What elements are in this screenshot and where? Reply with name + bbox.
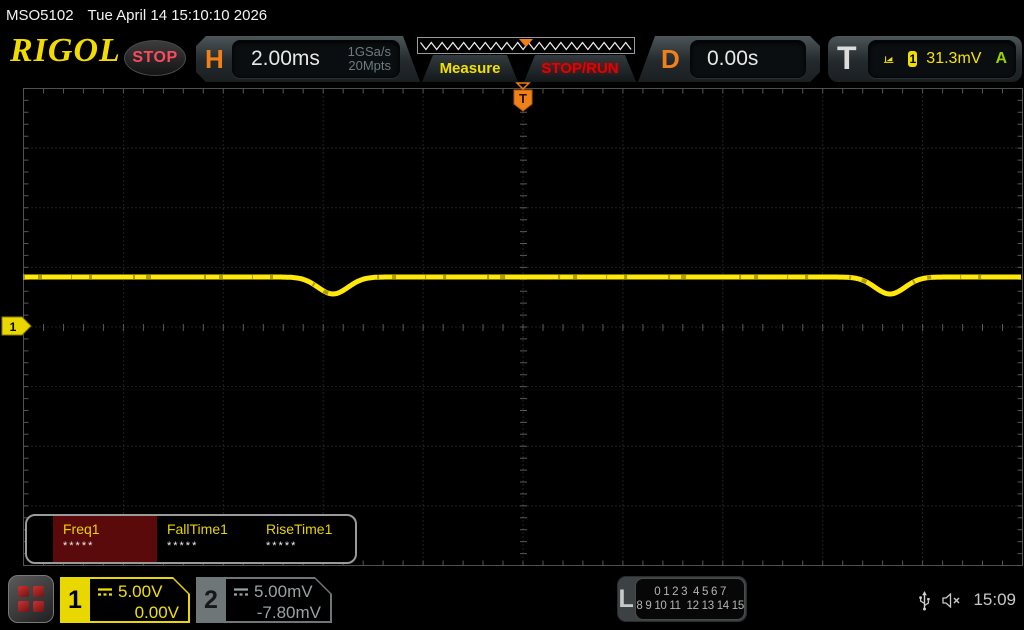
channel1-marker-body xyxy=(1,316,32,336)
dc-coupling-icon xyxy=(233,587,249,597)
falling-edge-trigger-icon xyxy=(884,56,894,63)
trigger-box[interactable]: T 1 31.3mV A xyxy=(828,36,1022,82)
trigger-position-marker[interactable]: T xyxy=(513,82,533,112)
speaker-muted-icon xyxy=(942,592,960,608)
logic-analyzer-badge[interactable]: L 0 1 2 3 4 5 6 7 8 9 10 11 12 13 14 15 xyxy=(617,576,747,622)
model-name: MSO5102 xyxy=(6,6,74,24)
measurement-value: ***** xyxy=(265,540,298,552)
measurement-item-risetime1[interactable]: RiseTime1 ***** xyxy=(256,516,355,562)
stop-run-button-label: STOP/RUN xyxy=(541,60,619,77)
datetime: Tue April 14 15:10:10 2026 xyxy=(87,6,268,24)
channel1-marker-label: 1 xyxy=(10,320,17,334)
channel1-scale: 5.00V xyxy=(118,582,163,601)
trigger-marker-label: T xyxy=(519,91,527,106)
trigger-sweep-mode: A xyxy=(995,50,1007,67)
trigger-level-value: 31.3mV xyxy=(926,50,982,67)
channel2-offset: -7.80mV xyxy=(256,603,321,622)
acquisition-state-label: STOP xyxy=(132,49,178,66)
stop-run-button[interactable]: STOP/RUN xyxy=(524,55,636,82)
horizontal-delay-box[interactable]: D 0.00s xyxy=(638,36,820,82)
measurement-results-panel[interactable]: Freq1 ***** FallTime1 ***** RiseTime1 ***** xyxy=(25,514,357,564)
channel2-scale: 5.00mV xyxy=(254,582,313,601)
channel2-number: 2 xyxy=(204,585,218,614)
measurement-value: ***** xyxy=(63,540,95,552)
status-icons: 15:09 xyxy=(918,570,1016,630)
trigger-source-badge: 1 xyxy=(908,51,918,67)
channel1-badge[interactable]: 1 5.00V 0.00V xyxy=(60,577,190,623)
timebase-value: 2.00ms xyxy=(251,47,320,70)
dc-coupling-icon xyxy=(97,587,113,597)
channel2-badge[interactable]: 2 5.00mV -7.80mV xyxy=(196,577,332,623)
measurement-label: FallTime1 xyxy=(166,521,228,537)
bottom-status-bar: 1 5.00V 0.00V 2 5.00mV -7.80mV L 0 1 2 3… xyxy=(0,570,1024,630)
channel1-position-marker[interactable]: 1 xyxy=(1,316,32,336)
rigol-logo: RIGOL xyxy=(10,32,121,69)
layout-square-icon xyxy=(18,601,29,612)
sample-rate: 1GSa/s xyxy=(347,44,391,59)
digital-channels-row1: 0 1 2 3 4 5 6 7 xyxy=(654,586,727,598)
channel1-number: 1 xyxy=(68,585,82,614)
measurement-item-freq1[interactable]: Freq1 ***** xyxy=(53,516,157,562)
measure-button[interactable]: Measure xyxy=(422,55,518,82)
header-bar: RIGOL STOP H 2.00ms 1GSa/s 20Mpts Measur… xyxy=(0,30,1024,86)
usb-icon xyxy=(919,590,931,610)
digital-channels-row2: 8 9 10 11 12 13 14 15 xyxy=(636,600,744,612)
measurement-label: Freq1 xyxy=(63,521,100,537)
measurement-item-falltime1[interactable]: FallTime1 ***** xyxy=(157,516,256,562)
window-layout-button[interactable] xyxy=(8,575,54,623)
overview-zigzag xyxy=(420,39,632,51)
waveform-overview-strip[interactable] xyxy=(417,37,635,54)
horizontal-label: H xyxy=(205,44,224,74)
delay-value: 0.00s xyxy=(707,47,759,70)
channel1-offset: 0.00V xyxy=(134,603,179,622)
layout-square-icon xyxy=(33,586,44,597)
trigger-label: T xyxy=(837,40,857,76)
layout-square-icon xyxy=(18,586,29,597)
measurement-value: ***** xyxy=(166,540,199,552)
delay-label: D xyxy=(661,44,680,74)
layout-square-icon xyxy=(33,601,44,612)
measurement-label: RiseTime1 xyxy=(265,521,333,537)
top-info-bar: MSO5102 Tue April 14 15:10:10 2026 xyxy=(0,0,1024,30)
memory-depth: 20Mpts xyxy=(348,58,391,73)
acquisition-state-badge: STOP xyxy=(124,40,186,76)
logic-label: L xyxy=(618,584,634,613)
measure-button-label: Measure xyxy=(439,60,501,77)
clock: 15:09 xyxy=(973,590,1016,609)
horizontal-timebase-box[interactable]: H 2.00ms 1GSa/s 20Mpts xyxy=(196,36,420,82)
